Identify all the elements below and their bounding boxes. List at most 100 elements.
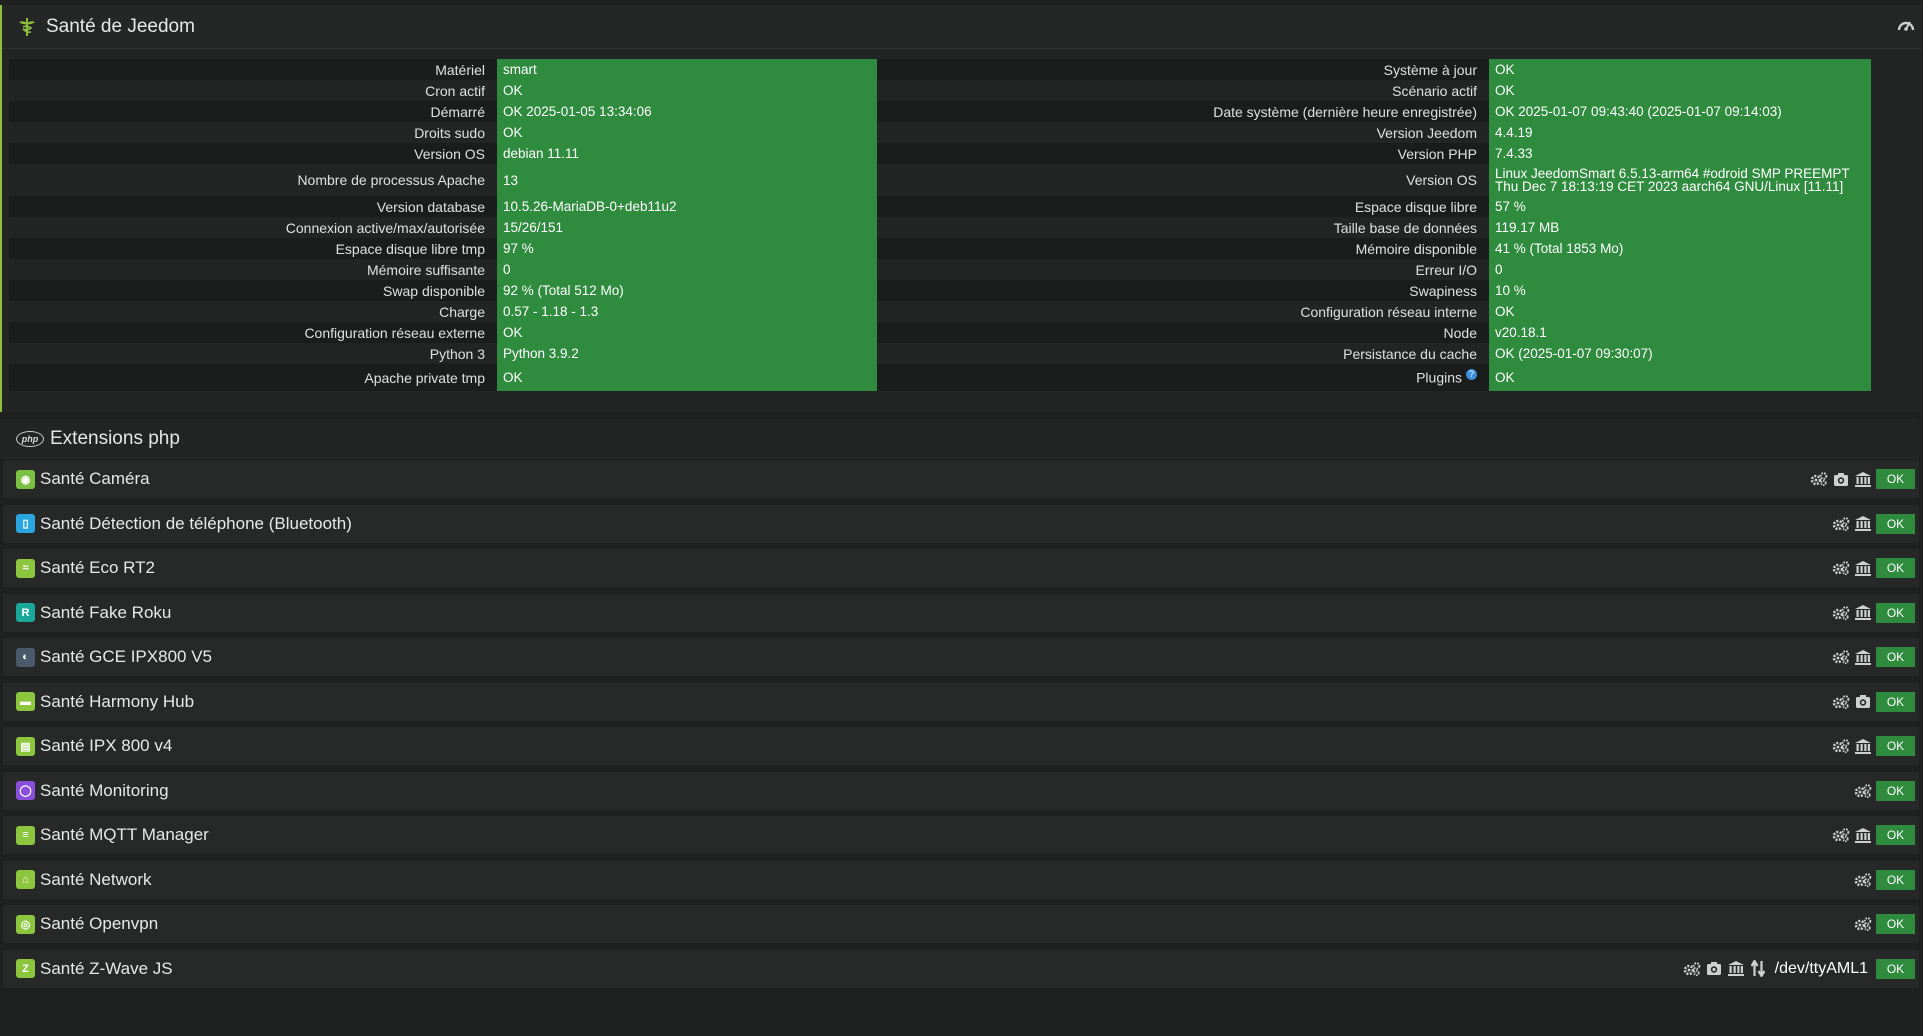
health-label: Nombre de processus Apache bbox=[297, 172, 485, 188]
health-label: Espace disque libre bbox=[1354, 198, 1477, 215]
health-label: Mémoire suffisante bbox=[366, 261, 485, 278]
cogs-icon[interactable] bbox=[1832, 826, 1850, 844]
cogs-icon[interactable] bbox=[1854, 915, 1872, 933]
plugin-row: Z Santé Z-Wave JS/dev/ttyAML1 OK bbox=[3, 949, 1919, 988]
health-panel: Santé de Jeedom Matériel smart Système à j… bbox=[0, 5, 1921, 412]
health-value: OK bbox=[497, 322, 877, 343]
plugin-row: ≈ Santé Eco RT2 OK bbox=[3, 549, 1919, 587]
health-value: 15/26/151 bbox=[497, 217, 877, 238]
cogs-icon[interactable] bbox=[1683, 960, 1701, 978]
status-badge: OK bbox=[1876, 647, 1915, 667]
plugin-icon: ▤ bbox=[16, 736, 35, 756]
plugin-name: Santé Monitoring bbox=[40, 780, 169, 800]
camera-icon[interactable] bbox=[1854, 693, 1872, 711]
plugin-row: ◉ Santé Caméra OK bbox=[3, 460, 1919, 498]
plugin-actions: /dev/ttyAML1 OK bbox=[1683, 950, 1915, 988]
health-value: OK bbox=[497, 122, 877, 143]
health-label: Apache private tmp bbox=[364, 369, 485, 386]
medical-caduceus-icon bbox=[19, 17, 35, 36]
cogs-icon[interactable] bbox=[1854, 782, 1872, 800]
plugin-name: Santé MQTT Manager bbox=[40, 825, 209, 844]
plugin-icon: R bbox=[16, 603, 35, 622]
dashboard-gauge-icon[interactable] bbox=[1897, 16, 1915, 32]
status-badge: OK bbox=[1876, 469, 1915, 489]
bank-icon[interactable] bbox=[1854, 604, 1872, 622]
plugin-actions: OK bbox=[1832, 638, 1915, 676]
plugin-icon: ◯ bbox=[16, 781, 35, 800]
cogs-icon[interactable] bbox=[1832, 737, 1850, 755]
plugin-row: R Santé Fake Roku OK bbox=[3, 593, 1919, 632]
health-row: Espace disque libre tmp 97 % Mémoire dispo… bbox=[9, 238, 1871, 259]
sort-arrows-icon[interactable] bbox=[1749, 960, 1767, 978]
plugin-actions: OK bbox=[1832, 727, 1915, 765]
plugin-row: ◯ Santé Monitoring OK bbox=[3, 771, 1919, 810]
health-label: Date système (dernière heure enregistrée… bbox=[1213, 103, 1477, 120]
cogs-icon[interactable] bbox=[1854, 871, 1872, 889]
health-value: debian 11.11 bbox=[497, 143, 877, 164]
plugin-actions: OK bbox=[1854, 772, 1915, 810]
bank-icon[interactable] bbox=[1854, 737, 1872, 755]
health-label: Connexion active/max/autorisée bbox=[285, 219, 485, 236]
plugin-icon: ⌂ bbox=[16, 870, 35, 889]
plugin-name: Santé Détection de téléphone (Bluetooth) bbox=[40, 513, 352, 533]
health-row: Mémoire suffisante 0 Erreur I/O 0 bbox=[9, 259, 1871, 280]
health-value: OK bbox=[1489, 80, 1871, 101]
bank-icon[interactable] bbox=[1727, 960, 1745, 978]
health-label: Version PHP bbox=[1397, 145, 1477, 162]
health-label: Swapiness bbox=[1409, 282, 1477, 299]
plugin-name: Santé Caméra bbox=[40, 469, 150, 488]
status-badge: OK bbox=[1876, 825, 1915, 845]
camera-icon[interactable] bbox=[1832, 470, 1850, 488]
health-label: Charge bbox=[439, 303, 485, 320]
camera-icon[interactable] bbox=[1705, 960, 1723, 978]
plugin-icon: ◎ bbox=[16, 914, 35, 934]
health-row: Charge 0.57 - 1.18 - 1.3 Configuration rés… bbox=[9, 301, 1871, 322]
health-value: OK 2025-01-07 09:43:40 (2025-01-07 09:14… bbox=[1489, 101, 1871, 122]
health-label: Version database bbox=[376, 198, 485, 215]
plugin-icon: ≡ bbox=[16, 825, 35, 845]
health-label: Espace disque libre tmp bbox=[335, 240, 485, 257]
help-icon[interactable]: ? bbox=[1466, 369, 1477, 381]
health-label: Démarré bbox=[430, 103, 485, 120]
plugin-name: Santé Z-Wave JS bbox=[40, 958, 173, 978]
health-label: Swap disponible bbox=[383, 282, 485, 299]
bank-icon[interactable] bbox=[1854, 826, 1872, 844]
health-value: 13 bbox=[497, 164, 877, 196]
health-value: 57 % bbox=[1489, 196, 1871, 217]
plugin-icon: Z bbox=[16, 959, 35, 978]
health-value: 10 % bbox=[1489, 280, 1871, 301]
plugin-row: ≡ Santé MQTT Manager OK bbox=[3, 816, 1919, 854]
bank-icon[interactable] bbox=[1854, 470, 1872, 488]
plugin-port: /dev/ttyAML1 bbox=[1774, 959, 1868, 977]
health-value: OK (2025-01-07 09:30:07) bbox=[1489, 343, 1871, 364]
cogs-icon[interactable] bbox=[1832, 693, 1850, 711]
cogs-icon[interactable] bbox=[1810, 470, 1828, 488]
health-value: 97 % bbox=[497, 238, 877, 259]
plugin-row: ◎ Santé Openvpn OK bbox=[3, 905, 1919, 943]
health-label: Mémoire disponible bbox=[1355, 240, 1477, 257]
plugin-name: Santé Network bbox=[40, 869, 152, 889]
plugin-icon: ▬ bbox=[16, 692, 35, 711]
plugin-icon: ◉ bbox=[16, 469, 35, 489]
plugin-name: Santé Eco RT2 bbox=[40, 558, 155, 577]
status-badge: OK bbox=[1876, 513, 1915, 534]
health-row: Version OS debian 11.11 Version PHP 7.4.33 bbox=[9, 143, 1871, 164]
cogs-icon[interactable] bbox=[1832, 604, 1850, 622]
health-label: Configuration réseau externe bbox=[304, 324, 485, 341]
health-value: 92 % (Total 512 Mo) bbox=[497, 280, 877, 301]
cogs-icon[interactable] bbox=[1832, 559, 1850, 577]
health-label: Persistance du cache bbox=[1343, 345, 1477, 362]
health-value: 0.57 - 1.18 - 1.3 bbox=[497, 301, 877, 322]
bank-icon[interactable] bbox=[1854, 559, 1872, 577]
plugin-name: Santé Openvpn bbox=[40, 914, 159, 933]
cogs-icon[interactable] bbox=[1832, 648, 1850, 666]
health-label: Node bbox=[1443, 324, 1477, 341]
bank-icon[interactable] bbox=[1854, 515, 1872, 533]
cogs-icon[interactable] bbox=[1832, 515, 1850, 533]
plugin-icon: ≈ bbox=[16, 558, 35, 578]
health-value: 10.5.26-MariaDB-0+deb11u2 bbox=[497, 196, 877, 217]
php-extensions-title: Extensions php bbox=[50, 428, 180, 449]
health-value: v20.18.1 bbox=[1489, 322, 1871, 343]
bank-icon[interactable] bbox=[1854, 648, 1872, 666]
plugin-actions: OK bbox=[1810, 460, 1915, 498]
